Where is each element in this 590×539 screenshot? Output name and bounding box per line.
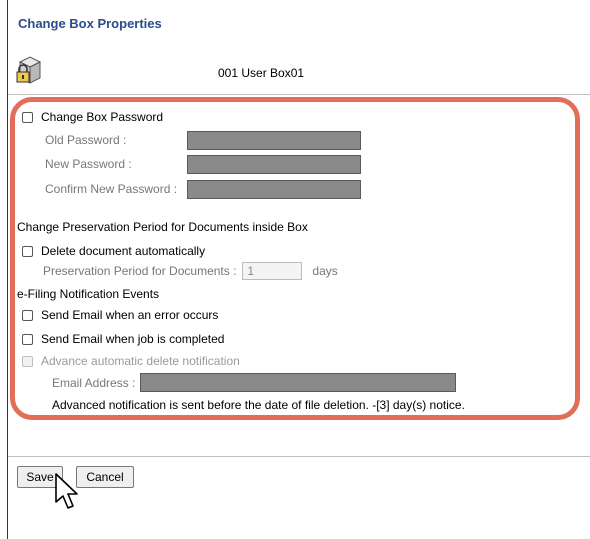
cancel-button[interactable]: Cancel <box>76 466 134 488</box>
locked-box-icon <box>16 56 42 84</box>
change-password-checkbox[interactable] <box>22 111 33 123</box>
change-password-label: Change Box Password <box>41 110 164 124</box>
page-title: Change Box Properties <box>18 16 162 31</box>
new-password-label: New Password : <box>45 157 132 171</box>
old-password-label: Old Password : <box>45 133 127 147</box>
change-password-row[interactable]: Change Box Password <box>22 110 163 124</box>
preservation-period-row: Preservation Period for Documents : 1 da… <box>43 262 338 280</box>
advance-delete-row: Advance automatic delete notification <box>22 354 240 368</box>
preservation-period-label: Preservation Period for Documents : <box>43 264 237 278</box>
preservation-period-input[interactable]: 1 <box>242 262 303 280</box>
confirm-password-field[interactable] <box>187 180 361 199</box>
email-address-label: Email Address : <box>52 376 136 390</box>
email-error-checkbox[interactable] <box>22 309 33 321</box>
email-address-field[interactable] <box>140 373 456 392</box>
advance-note: Advanced notification is sent before the… <box>52 398 465 412</box>
new-password-field[interactable] <box>187 155 361 174</box>
delete-auto-checkbox[interactable] <box>22 245 33 257</box>
mouse-pointer-icon <box>55 473 78 509</box>
email-completed-label: Send Email when job is completed <box>41 332 225 346</box>
email-error-row[interactable]: Send Email when an error occurs <box>22 308 218 322</box>
divider <box>8 456 590 457</box>
delete-auto-label: Delete document automatically <box>41 244 206 258</box>
email-completed-checkbox[interactable] <box>22 333 33 345</box>
notification-heading: e-Filing Notification Events <box>17 287 160 301</box>
advance-delete-label: Advance automatic delete notification <box>41 354 240 368</box>
confirm-password-label: Confirm New Password : <box>45 182 178 196</box>
old-password-field[interactable] <box>187 131 361 150</box>
email-completed-row[interactable]: Send Email when job is completed <box>22 332 224 346</box>
delete-auto-row[interactable]: Delete document automatically <box>22 244 205 258</box>
preservation-heading: Change Preservation Period for Documents… <box>17 220 308 234</box>
divider <box>8 94 590 95</box>
preservation-period-unit: days <box>312 264 338 278</box>
email-error-label: Send Email when an error occurs <box>41 308 219 322</box>
advance-delete-checkbox <box>22 355 33 367</box>
box-name: 001 User Box01 <box>218 66 305 80</box>
